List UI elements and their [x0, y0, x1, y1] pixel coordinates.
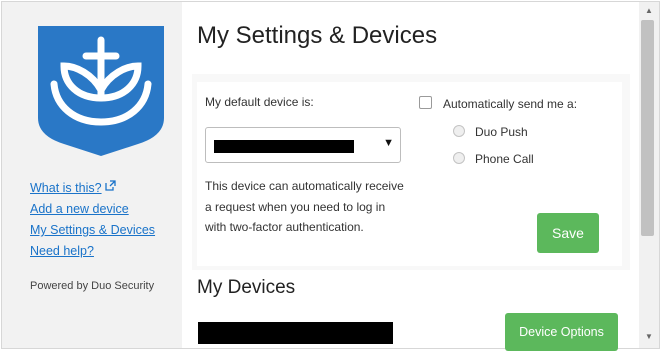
redacted-device-name [214, 140, 354, 153]
page-title: My Settings & Devices [197, 22, 438, 49]
default-device-select[interactable]: ▼ [205, 127, 401, 163]
redacted-device-entry [198, 322, 393, 344]
scroll-up-icon[interactable]: ▲ [645, 6, 653, 15]
need-help-link[interactable]: Need help? [30, 243, 155, 259]
powered-by-text: Powered by Duo Security [30, 280, 155, 292]
settings-panel: My default device is: ▼ This device can … [197, 82, 622, 266]
vertical-scrollbar[interactable]: ▲ ▼ [639, 2, 659, 348]
radio-button[interactable] [453, 152, 465, 164]
external-link-icon [104, 180, 116, 191]
what-is-this-link[interactable]: What is this? [30, 180, 155, 196]
chevron-down-icon: ▼ [383, 137, 394, 149]
sidebar-links: What is this? Add a new device My Settin… [30, 180, 155, 264]
duo-prompt-frame: What is this? Add a new device My Settin… [1, 1, 660, 351]
auto-send-label: Automatically send me a: [443, 97, 578, 111]
device-options-button[interactable]: Device Options [505, 313, 618, 351]
university-logo [38, 26, 164, 156]
scroll-thumb[interactable] [641, 20, 654, 236]
main-content: My Settings & Devices My default device … [182, 2, 639, 351]
sidebar: What is this? Add a new device My Settin… [2, 2, 182, 348]
radio-label: Phone Call [475, 152, 534, 166]
default-device-label: My default device is: [205, 95, 314, 109]
scroll-down-icon[interactable]: ▼ [645, 332, 653, 341]
radio-button[interactable] [453, 125, 465, 137]
my-devices-heading: My Devices [197, 277, 296, 298]
save-button[interactable]: Save [537, 213, 599, 253]
add-new-device-link[interactable]: Add a new device [30, 201, 155, 217]
device-description: This device can automatically receive a … [205, 179, 404, 234]
auto-send-checkbox[interactable] [419, 96, 432, 109]
radio-label: Duo Push [475, 125, 528, 139]
my-settings-devices-link[interactable]: My Settings & Devices [30, 222, 155, 238]
